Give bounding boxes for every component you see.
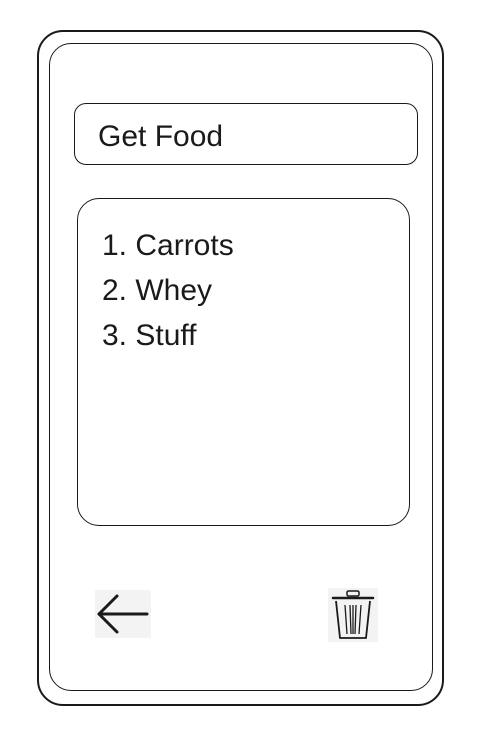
list-item[interactable]: 1. Carrots [102,223,409,268]
title-text: Get Food [98,120,224,153]
back-button[interactable] [95,590,151,638]
list-item[interactable]: 2. Whey [102,268,409,313]
title-field[interactable]: Get Food [74,103,418,165]
item-list: 1. Carrots 2. Whey 3. Stuff [77,198,410,526]
trash-icon [328,588,378,642]
list-item[interactable]: 3. Stuff [102,313,409,358]
delete-button[interactable] [328,588,378,642]
arrow-left-icon [95,590,151,638]
